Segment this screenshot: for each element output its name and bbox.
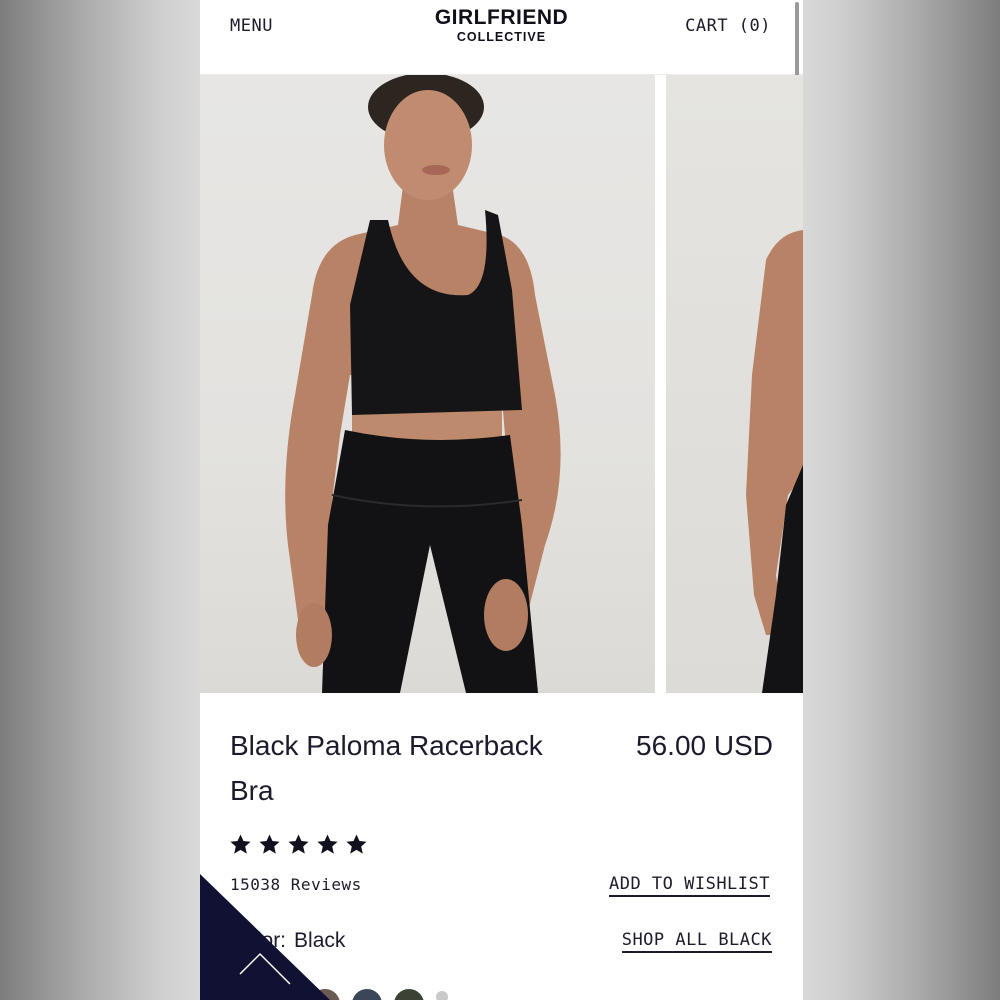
product-price: 56.00 USD — [636, 730, 773, 761]
shop-all-black-link[interactable]: SHOP ALL BLACK — [621, 930, 772, 953]
add-to-wishlist-button[interactable]: ADD TO WISHLIST — [608, 874, 770, 897]
product-gallery[interactable] — [200, 75, 803, 693]
corner-promo-badge[interactable] — [200, 874, 330, 1000]
swatch-navy[interactable] — [352, 989, 382, 1000]
star-icon — [230, 834, 251, 854]
product-details: Black Paloma Racerback Bra 56.00 USD 150… — [200, 693, 803, 1000]
rating-stars[interactable] — [229, 833, 368, 856]
star-icon — [346, 834, 367, 854]
cart-button[interactable]: CART (0) — [685, 16, 771, 36]
star-icon — [259, 834, 280, 854]
swatch-more[interactable] — [436, 991, 448, 1000]
product-photo-back[interactable] — [666, 75, 803, 693]
product-page: MENU GIRLFRIEND COLLECTIVE CART (0) Blac… — [200, 0, 803, 1000]
model-front-illustration — [285, 75, 561, 693]
star-icon — [317, 834, 338, 854]
model-back-illustration — [746, 230, 803, 693]
top-nav: MENU GIRLFRIEND COLLECTIVE CART (0) — [200, 0, 803, 75]
swatch-olive[interactable] — [394, 989, 424, 1000]
color-swatches — [310, 989, 448, 1000]
product-title: Black Paloma Racerback Bra — [230, 730, 543, 806]
product-photo-front[interactable] — [200, 75, 655, 693]
star-icon — [288, 834, 309, 854]
